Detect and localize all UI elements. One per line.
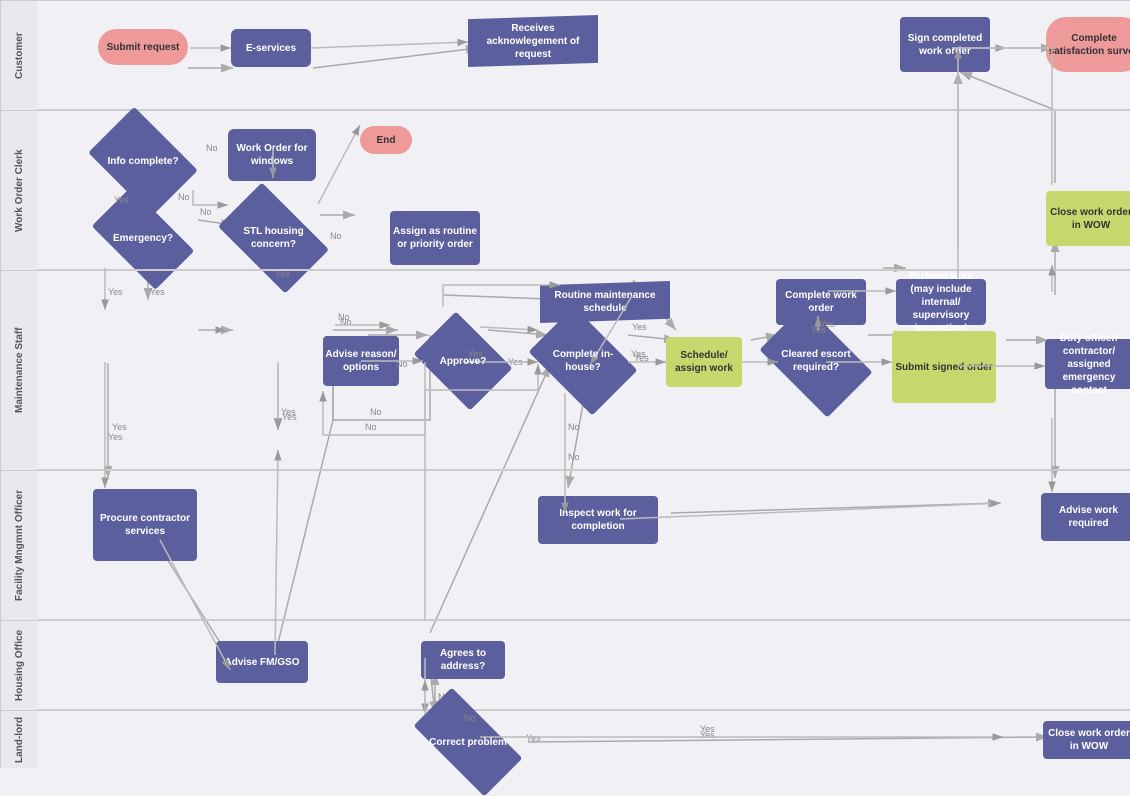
agrees-to-address-diamond: Correct problem — [418, 715, 518, 769]
close-work-order-label: Close work order in WOW — [1046, 206, 1130, 232]
submit-request: Submit request — [98, 29, 188, 65]
complete-satisfaction-survey: Complete satisfaction survey — [1046, 17, 1130, 72]
perform-work: Submit signed order — [892, 331, 996, 403]
lane-maintenance: Maintenance Staff Routine maintenance sc… — [0, 270, 1130, 470]
correct-problem: Close work order in WOW — [1043, 721, 1130, 759]
receives-ack-label: Receives acknowlegement of request — [474, 22, 592, 61]
submit-signed-order: Duty officer/ contractor/ assigned emerg… — [1045, 339, 1130, 389]
info-complete-diamond: Info complete? — [98, 129, 188, 194]
cleared-escort-label: Cleared escort required? — [768, 348, 864, 374]
advise-work-label: Advise FM/GSO — [224, 656, 299, 669]
lane-content-facility: Procure contractor services Inspect work… — [38, 471, 1130, 620]
work-order-windows: Work Order for windows — [228, 129, 316, 181]
lane-content-maintenance: Routine maintenance schedule Complete wo… — [38, 271, 1130, 470]
complete-survey-label: Complete satisfaction survey — [1046, 32, 1130, 58]
complete-inhouse-diamond: Complete in-house? — [538, 329, 628, 393]
approve-diamond: Approve? — [423, 331, 503, 391]
lane-content-customer: Submit request E-services Receives ackno… — [38, 1, 1130, 110]
inspect-work-label: Advise work required — [1041, 504, 1130, 530]
lane-label-maintenance: Maintenance Staff — [0, 271, 38, 470]
duty-officer: Procure contractor services — [93, 489, 197, 561]
emergency-diamond: Emergency? — [98, 211, 188, 266]
yes-approve: Yes — [508, 357, 523, 367]
diagram-container: No Yes Yes No Yes Yes No Yes — [0, 0, 1130, 768]
lane-label-facility: Facility Mngmnt Officer — [0, 471, 38, 620]
no-agrees: No — [464, 713, 476, 723]
stl-housing-label: STL housing concern? — [226, 225, 321, 251]
info-complete-label: Info complete? — [107, 155, 178, 168]
e-services-label: E-services — [246, 42, 296, 55]
duty-officer-label: Procure contractor services — [93, 512, 197, 538]
correct-problem-label: Close work order in WOW — [1043, 727, 1130, 753]
close-work-order: Close work order in WOW — [1046, 191, 1130, 246]
complete-inhouse-label: Complete in-house? — [538, 348, 628, 374]
procure-contractor-label: Inspect work for completion — [538, 507, 658, 533]
arrange-escort-label: Complete work order — [776, 289, 866, 315]
complete-work-order: Perform work (may include internal/ supe… — [896, 279, 986, 325]
cleared-escort-diamond: Cleared escort required? — [768, 329, 864, 393]
assign-routine-label: Assign as routine or priority order — [390, 225, 480, 251]
e-services: E-services — [231, 29, 311, 67]
sign-completed-work-order: Sign completed work order — [900, 17, 990, 72]
no-label-stl: No — [330, 231, 342, 241]
stl-housing-diamond: STL housing concern? — [226, 207, 321, 269]
lane-label-landlord: Land-lord — [0, 711, 38, 768]
routine-maint: Routine maintenance schedule — [540, 281, 670, 323]
submit-request-label: Submit request — [107, 41, 180, 54]
agrees-label: Correct problem — [429, 736, 507, 749]
yes-agrees: Yes — [526, 733, 541, 743]
advise-work-required: Advise FM/GSO — [216, 641, 308, 683]
complete-work-order-label: Perform work (may include internal/ supe… — [896, 270, 986, 335]
submit-signed-label: Duty officer/ contractor/ assigned emerg… — [1045, 332, 1130, 397]
advise-fm-gso: Agrees to address? — [421, 641, 505, 679]
no-label-info: No — [206, 143, 218, 153]
lane-label-clerk: Work Order Clerk — [0, 111, 38, 270]
advise-reason: Advise reason/ options — [323, 336, 399, 386]
yes-inhouse: Yes — [634, 353, 649, 363]
routine-maint-label: Routine maintenance schedule — [548, 289, 662, 315]
end-label: End — [377, 134, 396, 147]
work-order-windows-label: Work Order for windows — [228, 142, 316, 168]
lane-facility: Facility Mngmnt Officer Procure contract… — [0, 470, 1130, 620]
schedule-assign-work: Schedule/ assign work — [666, 337, 742, 387]
lane-content-landlord: Correct problem Close work order in WOW … — [38, 711, 1130, 768]
yes-label-info: Yes — [114, 195, 129, 205]
perform-work-label: Submit signed order — [895, 361, 992, 374]
lane-content-housing: Advise FM/GSO Agrees to address? — [38, 621, 1130, 710]
advise-reason-label: Advise reason/ options — [323, 348, 399, 374]
approve-label: Approve? — [440, 355, 487, 368]
lane-landlord: Land-lord Correct problem Close work ord… — [0, 710, 1130, 768]
end-shape: End — [360, 126, 412, 154]
yes-cleared: Yes — [811, 325, 826, 335]
lane-housing: Housing Office Advise FM/GSO Agrees to a… — [0, 620, 1130, 710]
receives-ack: Receives acknowlegement of request — [468, 15, 598, 67]
lane-label-housing: Housing Office — [0, 621, 38, 710]
procure-contractor: Inspect work for completion — [538, 496, 658, 544]
schedule-assign-label: Schedule/ assign work — [666, 349, 742, 375]
inspect-work-for-completion: Advise work required — [1041, 493, 1130, 541]
lane-label-customer: Customer — [0, 1, 38, 110]
lane-customer: Customer Submit request E-services Recei… — [0, 0, 1130, 110]
sign-completed-label: Sign completed work order — [900, 32, 990, 58]
assign-routine: Assign as routine or priority order — [390, 211, 480, 265]
lane-content-clerk: End Info complete? Work Order for window… — [38, 111, 1130, 270]
emergency-label: Emergency? — [113, 232, 173, 245]
no-approve: No — [396, 359, 408, 369]
lane-clerk: Work Order Clerk End Info complete? Work… — [0, 110, 1130, 270]
advise-fm-label: Agrees to address? — [421, 647, 505, 673]
